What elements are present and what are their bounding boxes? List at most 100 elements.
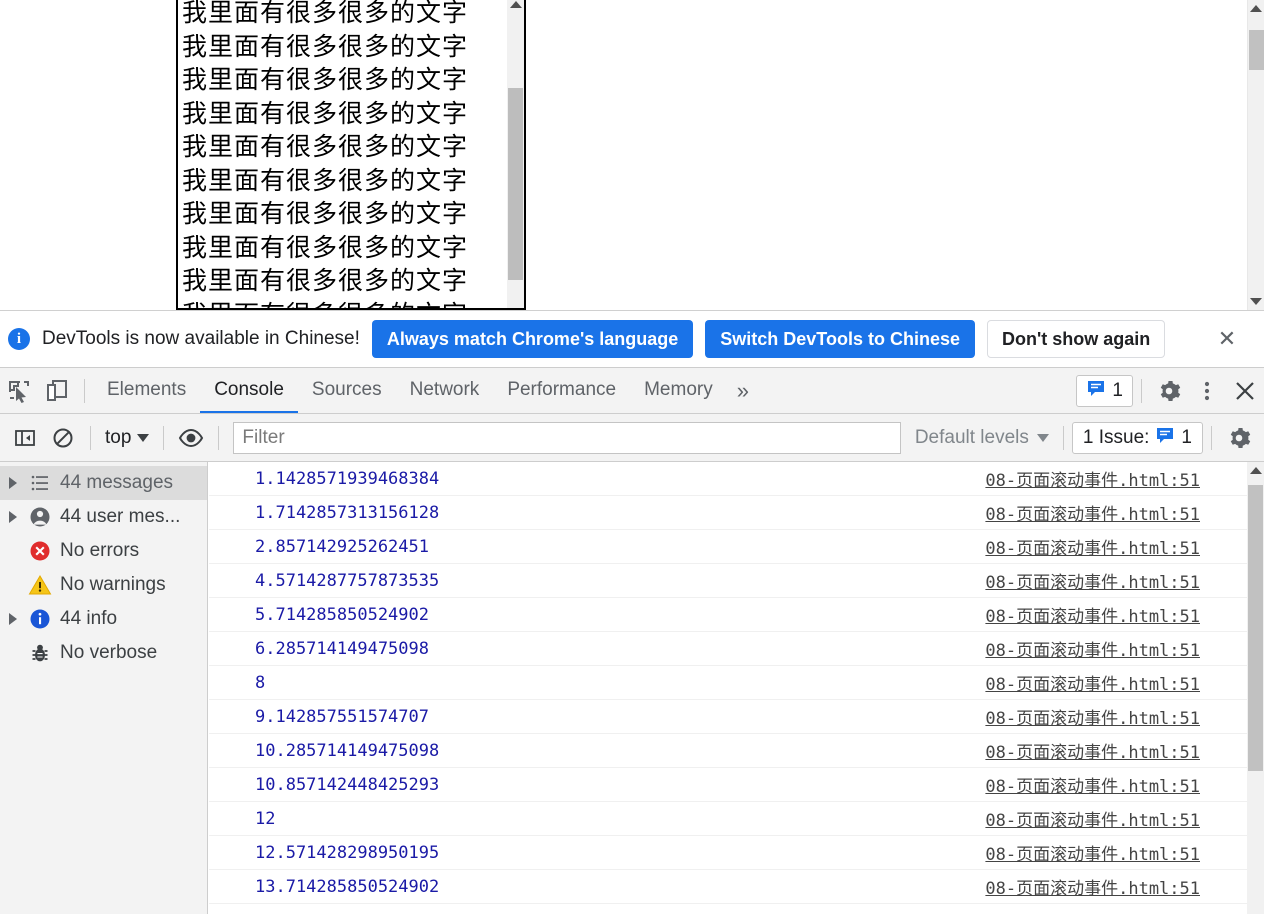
devtools-tab-bar: Elements Console Sources Network Perform…: [0, 368, 1264, 414]
sidebar-item-label: 44 info: [60, 608, 118, 629]
switch-devtools-to-chinese-button[interactable]: Switch DevTools to Chinese: [705, 320, 975, 358]
browser-page-viewport: 我里面有很多很多的文字 我里面有很多很多的文字 我里面有很多很多的文字 我里面有很多很…: [0, 0, 1264, 310]
dont-show-again-button[interactable]: Don't show again: [986, 320, 1166, 358]
filter-input[interactable]: [233, 421, 901, 454]
console-scrollbar-thumb[interactable]: [1248, 485, 1263, 771]
console-source-link[interactable]: 08-页面滚动事件.html:51: [985, 670, 1200, 695]
more-options-icon[interactable]: [1188, 372, 1226, 410]
console-source-link[interactable]: 08-页面滚动事件.html:51: [985, 874, 1200, 899]
console-source-link[interactable]: 08-页面滚动事件.html:51: [985, 534, 1200, 559]
console-source-link[interactable]: 08-页面滚动事件.html:51: [985, 738, 1200, 763]
console-message-row[interactable]: 10.857142448425293 08-页面滚动事件.html:51: [209, 768, 1247, 802]
console-message-value: 1.1428571939468384: [255, 468, 440, 489]
page-scroll-down-arrow-icon[interactable]: [1250, 298, 1262, 305]
text-box-scrollbar-thumb[interactable]: [508, 88, 523, 280]
inspect-element-icon[interactable]: [0, 372, 38, 410]
console-message-value: 10.857142448425293: [255, 774, 440, 795]
execution-context-label: top: [105, 426, 132, 448]
always-match-chrome-language-button[interactable]: Always match Chrome's language: [371, 320, 694, 358]
console-source-link[interactable]: 08-页面滚动事件.html:51: [985, 704, 1200, 729]
console-message-row[interactable]: 4.5714287757873535 08-页面滚动事件.html:51: [209, 564, 1247, 598]
issue-message-icon: [1086, 378, 1106, 403]
page-scrollbar[interactable]: [1247, 0, 1264, 310]
issues-counter-button[interactable]: 1 Issue: 1: [1071, 421, 1203, 454]
console-source-link[interactable]: 08-页面滚动事件.html:51: [985, 772, 1200, 797]
console-source-link[interactable]: 08-页面滚动事件.html:51: [985, 466, 1200, 491]
text-box-content: 我里面有很多很多的文字 我里面有很多很多的文字 我里面有很多很多的文字 我里面有很多很…: [178, 0, 508, 308]
chevron-down-icon: [137, 433, 150, 442]
console-message-row[interactable]: 13.714285850524902 08-页面滚动事件.html:51: [209, 870, 1247, 904]
sidebar-item-user-messages[interactable]: 44 user mes...: [0, 500, 207, 534]
tab-performance[interactable]: Performance: [493, 368, 630, 413]
console-settings-gear-icon[interactable]: [1220, 419, 1258, 457]
info-icon: [28, 608, 52, 630]
sidebar-item-messages[interactable]: 44 messages: [0, 466, 207, 500]
console-message-row[interactable]: 5.714285850524902 08-页面滚动事件.html:51: [209, 598, 1247, 632]
console-message-value: 8: [255, 672, 266, 693]
execution-context-selector[interactable]: top: [99, 427, 155, 449]
console-message-row[interactable]: 6.285714149475098 08-页面滚动事件.html:51: [209, 632, 1247, 666]
log-levels-label: Default levels: [914, 426, 1029, 448]
sidebar-item-label: 44 messages: [60, 472, 174, 493]
live-expression-icon[interactable]: [172, 419, 210, 457]
console-filter-toolbar: top Default levels 1 Issue: 1: [0, 414, 1264, 462]
info-icon: i: [8, 328, 30, 350]
chevron-down-icon: [1036, 433, 1049, 442]
text-line: 我里面有很多很多的文字: [182, 31, 469, 61]
console-message-row[interactable]: 12.571428298950195 08-页面滚动事件.html:51: [209, 836, 1247, 870]
tab-elements[interactable]: Elements: [93, 368, 200, 413]
console-sidebar-toggle-icon[interactable]: [6, 419, 44, 457]
console-source-link[interactable]: 08-页面滚动事件.html:51: [985, 806, 1200, 831]
console-scrollbar[interactable]: [1247, 462, 1264, 914]
tab-console[interactable]: Console: [200, 368, 298, 413]
tab-sources[interactable]: Sources: [298, 368, 396, 413]
console-message-row[interactable]: 9.142857551574707 08-页面滚动事件.html:51: [209, 700, 1247, 734]
gear-icon[interactable]: [1150, 372, 1188, 410]
expand-twisty-icon[interactable]: [6, 477, 20, 489]
page-scroll-up-arrow-icon[interactable]: [1250, 5, 1262, 12]
expand-twisty-icon[interactable]: [6, 511, 20, 523]
sidebar-item-errors[interactable]: No errors: [0, 534, 207, 568]
issues-badge[interactable]: 1: [1076, 374, 1133, 407]
sidebar-item-info[interactable]: 44 info: [0, 602, 207, 636]
console-source-link[interactable]: 08-页面滚动事件.html:51: [985, 602, 1200, 627]
console-source-link[interactable]: 08-页面滚动事件.html:51: [985, 568, 1200, 593]
user-icon: [28, 506, 52, 528]
console-toolbar-divider-1: [90, 425, 91, 450]
log-levels-selector[interactable]: Default levels: [909, 427, 1055, 449]
tabbar-divider-right: [1141, 378, 1142, 403]
sidebar-item-verbose[interactable]: No verbose: [0, 636, 207, 670]
close-icon[interactable]: ✕: [1212, 324, 1242, 354]
console-toolbar-divider-5: [1211, 425, 1212, 450]
verbose-bug-icon: [28, 642, 52, 664]
text-box-scrollbar[interactable]: [507, 0, 524, 308]
expand-twisty-icon[interactable]: [6, 613, 20, 625]
toolbar-divider: [84, 378, 85, 403]
device-toolbar-icon[interactable]: [38, 372, 76, 410]
tab-memory[interactable]: Memory: [630, 368, 727, 413]
error-icon: [28, 540, 52, 562]
console-scroll-up-arrow-icon[interactable]: [1249, 467, 1262, 474]
console-message-row[interactable]: 12 08-页面滚动事件.html:51: [209, 802, 1247, 836]
console-source-link[interactable]: 08-页面滚动事件.html:51: [985, 636, 1200, 661]
console-message-row[interactable]: 1.1428571939468384 08-页面滚动事件.html:51: [209, 462, 1247, 496]
console-message-value: 6.285714149475098: [255, 638, 429, 659]
sidebar-item-warnings[interactable]: No warnings: [0, 568, 207, 602]
text-box-scroll-up-arrow-icon[interactable]: [509, 1, 522, 8]
more-tabs-chevron-icon[interactable]: »: [727, 378, 759, 404]
tab-network[interactable]: Network: [396, 368, 494, 413]
console-message-value: 10.285714149475098: [255, 740, 440, 761]
issue-message-icon: [1155, 425, 1175, 451]
console-message-row[interactable]: 8 08-页面滚动事件.html:51: [209, 666, 1247, 700]
console-message-list[interactable]: 1.1428571939468384 08-页面滚动事件.html:51 1.714…: [209, 462, 1247, 914]
scrollable-text-box[interactable]: 我里面有很多很多的文字 我里面有很多很多的文字 我里面有很多很多的文字 我里面有很多很…: [176, 0, 526, 310]
console-message-row[interactable]: 10.285714149475098 08-页面滚动事件.html:51: [209, 734, 1247, 768]
console-toolbar-divider-3: [218, 425, 220, 450]
clear-console-icon[interactable]: [44, 419, 82, 457]
console-source-link[interactable]: 08-页面滚动事件.html:51: [985, 840, 1200, 865]
console-message-row[interactable]: 1.7142857313156128 08-页面滚动事件.html:51: [209, 496, 1247, 530]
page-scrollbar-thumb[interactable]: [1249, 30, 1264, 70]
console-message-row[interactable]: 2.857142925262451 08-页面滚动事件.html:51: [209, 530, 1247, 564]
console-source-link[interactable]: 08-页面滚动事件.html:51: [985, 500, 1200, 525]
close-devtools-icon[interactable]: [1226, 372, 1264, 410]
